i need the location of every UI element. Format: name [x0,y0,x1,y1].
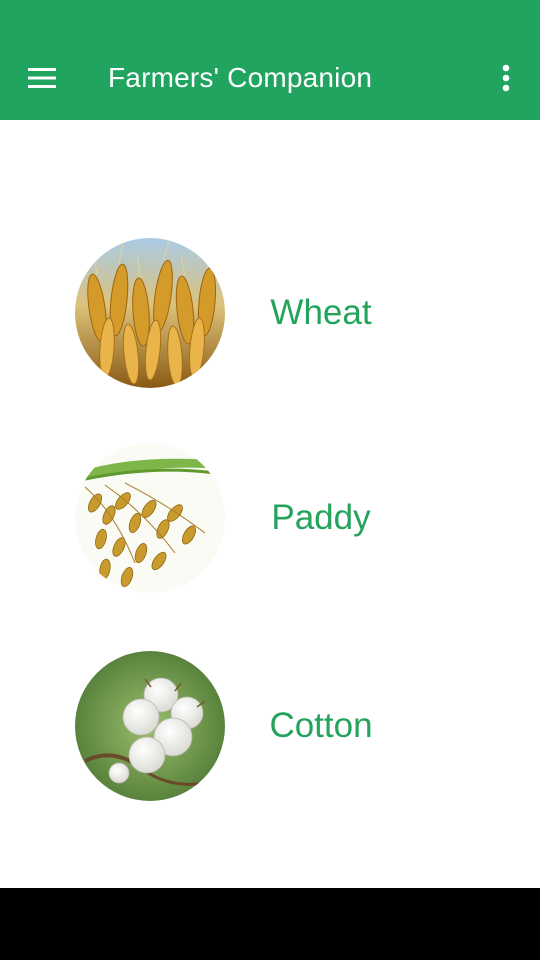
crop-list: Wheat Paddy Cotton [0,120,540,888]
menu-button[interactable] [14,60,70,96]
cotton-image[interactable] [75,651,225,801]
system-navigation-bar [0,888,540,960]
crop-label-cotton[interactable]: Cotton [250,706,392,746]
crop-item-cotton[interactable]: Cotton [0,651,540,811]
crop-label-wheat[interactable]: Wheat [250,293,392,333]
crop-item-wheat[interactable]: Wheat [0,238,540,398]
overflow-menu-button[interactable] [486,58,526,98]
hamburger-menu-icon [28,68,56,88]
wheat-image[interactable] [75,238,225,388]
app-bar: Farmers' Companion [0,0,540,120]
crop-label-paddy[interactable]: Paddy [250,498,392,538]
crop-item-paddy[interactable]: Paddy [0,443,540,603]
more-vert-icon [502,64,510,92]
app-title: Farmers' Companion [108,62,373,93]
paddy-image[interactable] [75,443,225,593]
